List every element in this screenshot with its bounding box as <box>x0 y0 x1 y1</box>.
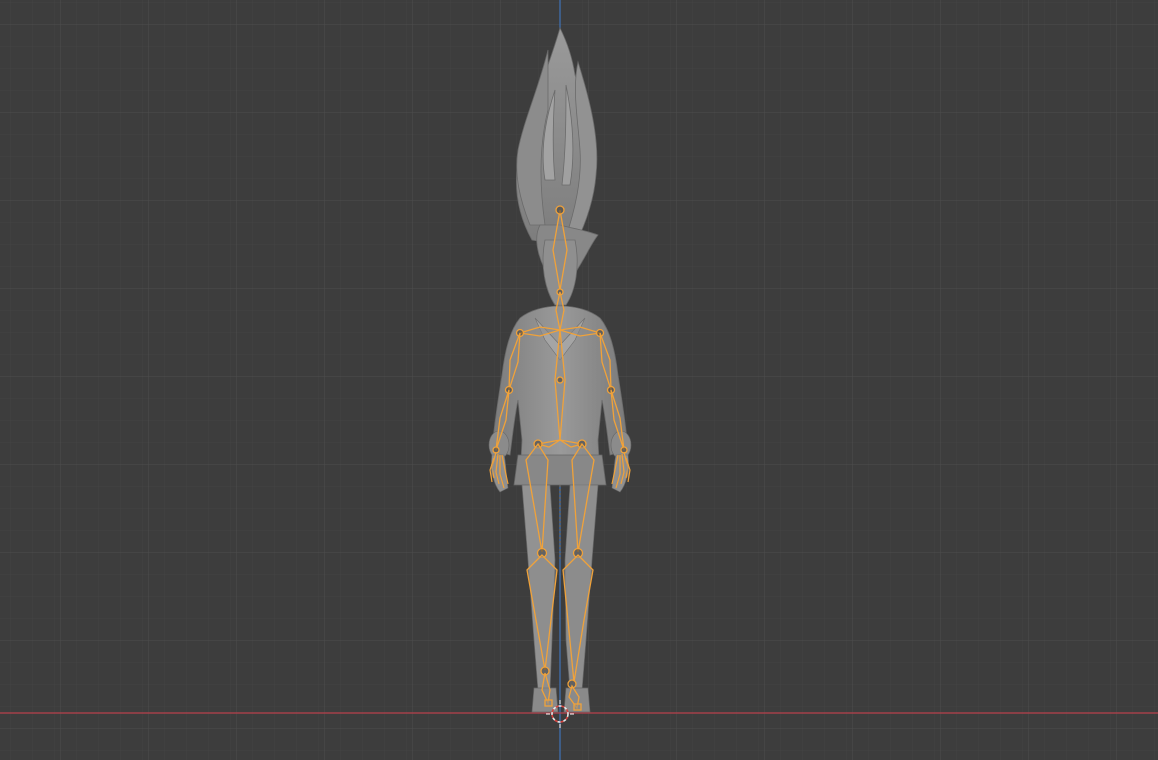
toe-left-bone[interactable] <box>544 699 553 707</box>
spine-joint[interactable] <box>556 376 564 384</box>
head-bone-tail[interactable] <box>555 205 565 215</box>
viewport-canvas[interactable] <box>0 0 1158 760</box>
toe-right-bone[interactable] <box>573 703 582 711</box>
3d-viewport[interactable] <box>0 0 1158 760</box>
